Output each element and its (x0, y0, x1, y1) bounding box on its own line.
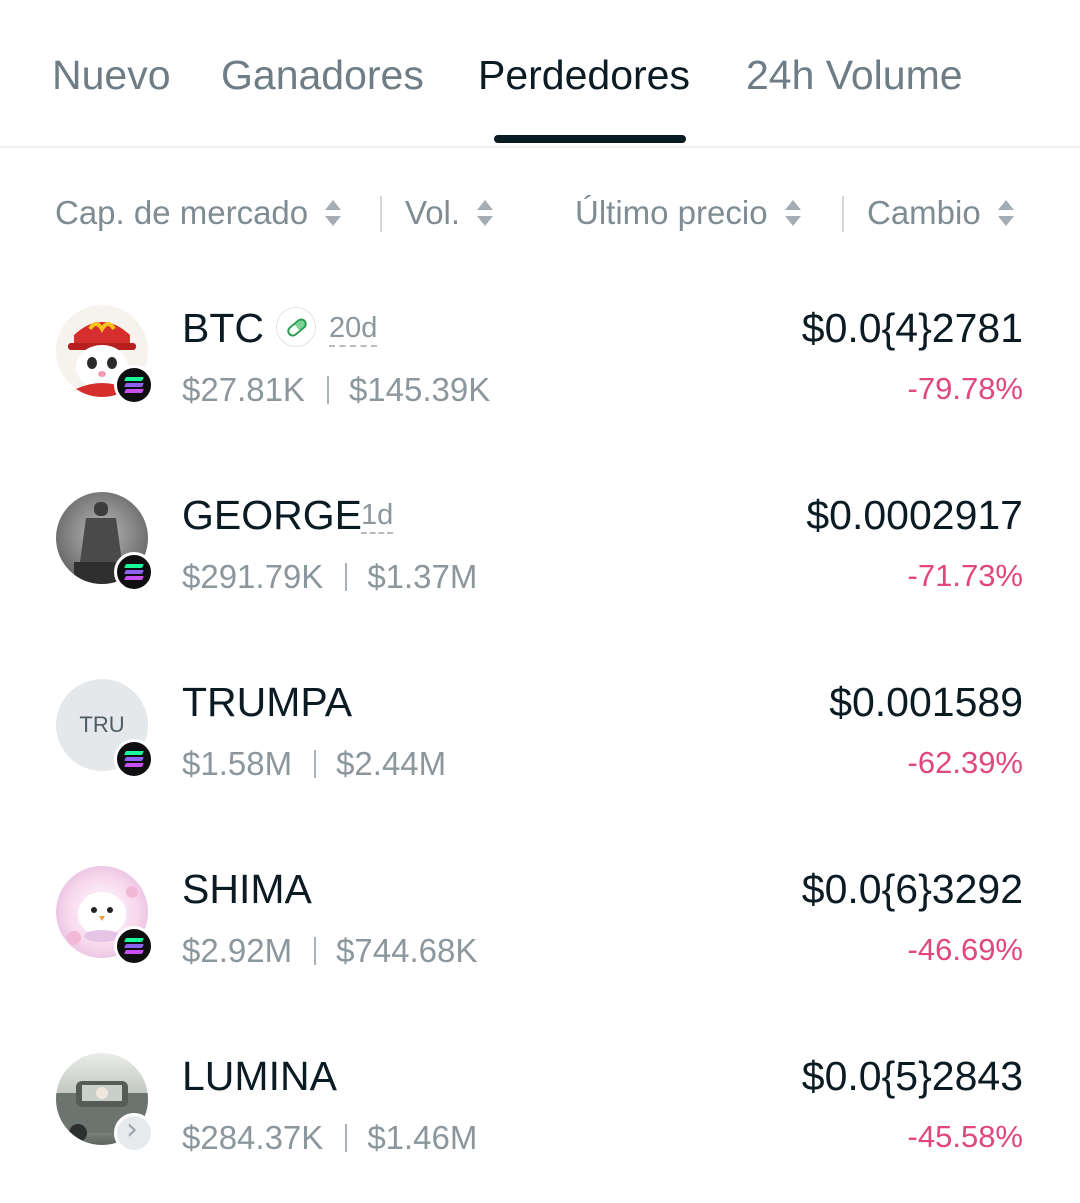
token-price: $0.0{6}3292 (801, 866, 1023, 912)
column-label-last-price: Último precio (575, 194, 768, 231)
token-price: $0.0002917 (806, 492, 1023, 538)
token-price: $0.0{4}2781 (801, 305, 1023, 351)
column-label-market-cap: Cap. de mercado (55, 194, 309, 231)
solana-icon (114, 552, 154, 592)
solana-icon (114, 365, 154, 405)
sort-icon (784, 196, 802, 230)
sort-market-cap[interactable]: Cap. de mercado (55, 194, 342, 232)
token-symbol: TRUMPA (182, 679, 353, 725)
token-market-cap: $1.58M (182, 745, 293, 782)
token-volume: $1.46M (367, 1119, 478, 1156)
sort-change[interactable]: Cambio (867, 194, 1015, 232)
token-change: -79.78% (907, 371, 1023, 406)
token-row-george[interactable]: GEORGE 1d $291.79K $1.37M $0.0002917 -71.… (0, 492, 1080, 642)
token-change: -45.58% (907, 1119, 1023, 1154)
token-age: 20d (329, 313, 378, 347)
token-stats: $291.79K $1.37M (182, 558, 477, 596)
solana-icon (114, 926, 154, 966)
token-row-shima[interactable]: SHIMA $2.92M $744.68K $0.0{6}3292 -46.69% (0, 866, 1080, 1016)
token-row-trumpa[interactable]: TRU TRUMPA $1.58M $2.44M $0.001589 -62.39… (0, 679, 1080, 829)
token-stats: $1.58M $2.44M (182, 745, 446, 783)
sort-volume[interactable]: Vol. (405, 194, 494, 232)
token-price: $0.0{5}2843 (801, 1053, 1023, 1099)
active-tab-indicator (494, 135, 686, 143)
token-market-cap: $27.81K (182, 371, 305, 408)
tab-perdedores[interactable]: Perdedores (478, 52, 690, 99)
token-row-lumina[interactable]: LUMINA $284.37K $1.46M $0.0{5}2843 -45.58… (0, 1053, 1080, 1203)
sort-icon (324, 196, 342, 230)
token-symbol: BTC (182, 305, 264, 351)
token-symbol: GEORGE (182, 492, 362, 538)
tab-24h-volume[interactable]: 24h Volume (746, 52, 963, 99)
token-volume: $2.44M (336, 745, 447, 782)
token-symbol: LUMINA (182, 1053, 337, 1099)
token-symbol: SHIMA (182, 866, 312, 912)
column-divider (380, 196, 382, 232)
tab-bar: Nuevo Ganadores Perdedores 24h Volume (0, 0, 1080, 148)
token-change: -62.39% (907, 745, 1023, 780)
token-volume: $744.68K (336, 932, 478, 969)
column-label-volume: Vol. (405, 194, 461, 231)
pill-icon (276, 307, 316, 347)
sort-icon (997, 196, 1015, 230)
sort-last-price[interactable]: Último precio (575, 194, 802, 232)
token-change: -46.69% (907, 932, 1023, 967)
token-price: $0.001589 (829, 679, 1023, 725)
sort-icon (476, 196, 494, 230)
column-divider (842, 196, 844, 232)
column-label-change: Cambio (867, 194, 981, 231)
solana-icon (114, 739, 154, 779)
token-stats: $2.92M $744.68K (182, 932, 477, 970)
token-stats: $27.81K $145.39K (182, 371, 490, 409)
token-volume: $1.37M (367, 558, 478, 595)
token-market-cap: $284.37K (182, 1119, 324, 1156)
token-market-cap: $2.92M (182, 932, 293, 969)
token-market-cap: $291.79K (182, 558, 324, 595)
tab-ganadores[interactable]: Ganadores (221, 52, 424, 99)
token-row-btc[interactable]: BTC 20d $27.81K $145.39K $0.0{4}2781 -79.… (0, 305, 1080, 455)
token-change: -71.73% (907, 558, 1023, 593)
token-volume: $145.39K (348, 371, 491, 408)
chevron-right-icon (114, 1112, 154, 1153)
token-age: 1d (361, 500, 394, 534)
token-stats: $284.37K $1.46M (182, 1119, 477, 1157)
tab-nuevo[interactable]: Nuevo (52, 52, 171, 99)
